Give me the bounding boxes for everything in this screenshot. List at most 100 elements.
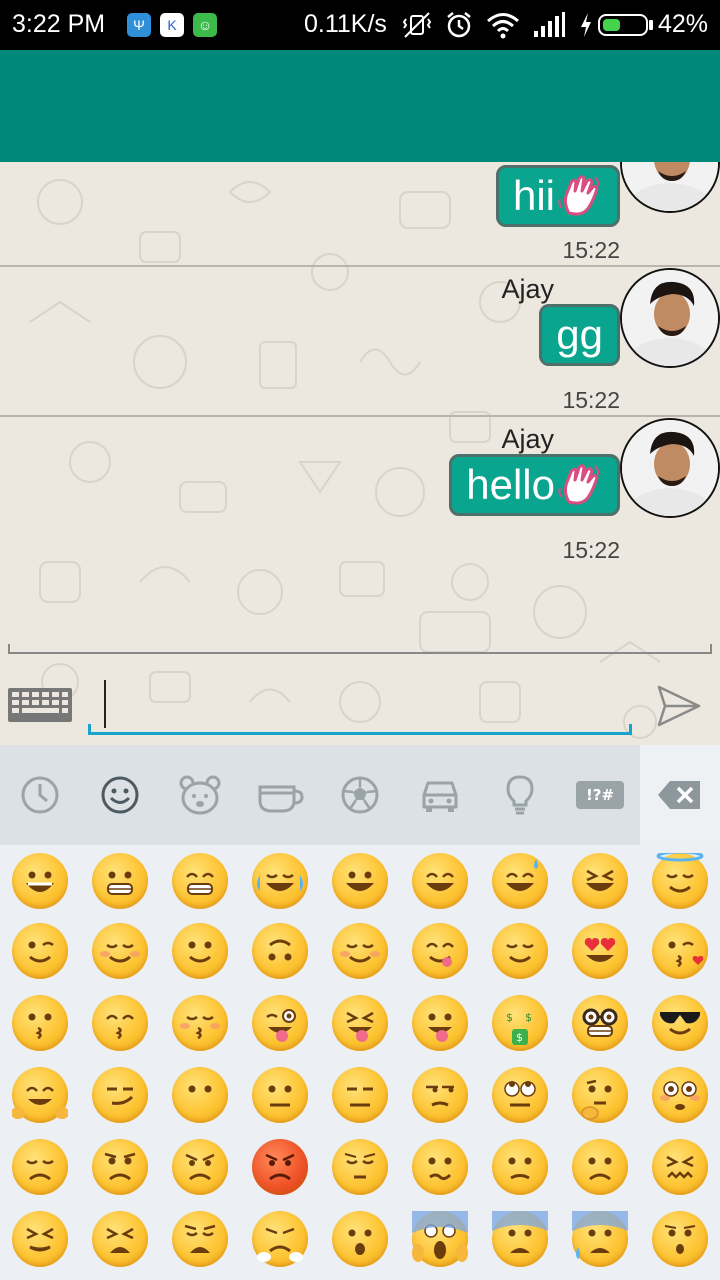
message-time: 15:22 xyxy=(562,537,620,563)
emoji-relieved[interactable] xyxy=(492,923,548,979)
emoji-angry[interactable] xyxy=(172,1139,228,1195)
emoji-rage[interactable] xyxy=(252,1139,308,1195)
emoji-money-mouth[interactable]: $ $ $ xyxy=(492,995,548,1051)
emoji-disappointed[interactable] xyxy=(12,1139,68,1195)
travel-icon[interactable] xyxy=(416,771,464,819)
emoji-wink[interactable] xyxy=(12,923,68,979)
emoji-blush[interactable] xyxy=(92,923,148,979)
sports-icon[interactable] xyxy=(336,771,384,819)
emoji-expressionless[interactable] xyxy=(332,1067,388,1123)
emoji-grinning[interactable] xyxy=(12,853,68,909)
emoji-neutral[interactable] xyxy=(252,1067,308,1123)
emoji-slight-smile[interactable] xyxy=(172,923,228,979)
emoji-stuck-out-tongue[interactable] xyxy=(412,995,468,1051)
emoji-heart-eyes[interactable] xyxy=(572,923,628,979)
sunglasses-icon xyxy=(660,1012,700,1035)
battery-tip xyxy=(649,20,653,30)
emoji-pensive[interactable] xyxy=(332,1139,388,1195)
emoji-persevere[interactable] xyxy=(12,1211,68,1267)
emoji-yum[interactable] xyxy=(412,923,468,979)
emoji-frowning[interactable] xyxy=(572,1139,628,1195)
emoji-smirk[interactable] xyxy=(92,1067,148,1123)
kissing-heart-icon xyxy=(668,941,704,968)
smiley-icon xyxy=(346,871,374,891)
thinking-icon xyxy=(581,1079,612,1120)
emoji-innocent[interactable] xyxy=(652,853,708,909)
message-input[interactable] xyxy=(88,676,636,734)
emoji-stuck-out-tongue-winking[interactable] xyxy=(252,995,308,1051)
emoji-scream[interactable] xyxy=(412,1211,468,1267)
charging-icon xyxy=(578,11,594,46)
avatar[interactable] xyxy=(620,418,720,518)
emoji-confounded[interactable] xyxy=(652,1139,708,1195)
emoji-grimacing[interactable] xyxy=(92,853,148,909)
emoji-kissing-closed-eyes[interactable] xyxy=(172,995,228,1051)
emoji-triumph[interactable] xyxy=(252,1211,308,1267)
emoji-sunglasses[interactable] xyxy=(652,995,708,1051)
fearful-icon xyxy=(492,1211,548,1253)
emoji-kissing-smiling-eyes[interactable] xyxy=(92,995,148,1051)
emoji-flushed[interactable] xyxy=(652,1067,708,1123)
message-bubble[interactable]: hello xyxy=(449,454,620,516)
relaxed-icon xyxy=(340,943,380,963)
message-text: gg xyxy=(556,311,603,358)
slight-smile-icon xyxy=(188,941,212,963)
emoji-worried[interactable] xyxy=(92,1139,148,1195)
disappointed-icon xyxy=(26,1159,54,1181)
grimacing-icon xyxy=(107,871,133,895)
animal-icon[interactable] xyxy=(176,771,224,819)
avatar[interactable] xyxy=(620,162,720,213)
sender-name: Ajay xyxy=(501,274,554,304)
kissing-icon xyxy=(28,1013,52,1040)
emoji-kissing[interactable] xyxy=(12,995,68,1051)
food-icon[interactable] xyxy=(256,771,304,819)
avatar[interactable] xyxy=(620,268,720,368)
message-bubble[interactable]: gg xyxy=(539,304,620,366)
triumph-icon xyxy=(257,1227,303,1262)
emoji-stuck-out-tongue-closed-eyes[interactable] xyxy=(332,995,388,1051)
chat-area[interactable]: hii 15:22 Ajay gg 15:22 Ajay hello 15:22 xyxy=(0,162,720,745)
frowning-icon xyxy=(588,1157,612,1181)
emoji-cold-sweat[interactable] xyxy=(572,1211,628,1267)
confused-icon xyxy=(428,1157,452,1181)
emoji-hugging[interactable] xyxy=(12,1067,68,1123)
emoji-tired[interactable] xyxy=(92,1211,148,1267)
emoji-sweat-smile[interactable] xyxy=(492,853,548,909)
symbols-tab-label: !?# xyxy=(576,781,624,809)
pensive-icon xyxy=(344,1153,376,1179)
smiley-icon[interactable] xyxy=(96,771,144,819)
emoji-grin[interactable] xyxy=(172,853,228,909)
emoji-smiley[interactable] xyxy=(332,853,388,909)
send-icon[interactable] xyxy=(656,684,702,728)
emoji-joy[interactable] xyxy=(252,853,308,909)
emoji-relaxed[interactable] xyxy=(332,923,388,979)
objects-icon[interactable] xyxy=(496,771,544,819)
emoji-laughing[interactable] xyxy=(572,853,628,909)
emoji-slight-frown[interactable] xyxy=(492,1139,548,1195)
recent-icon[interactable] xyxy=(16,771,64,819)
keyboard-icon[interactable] xyxy=(8,688,72,722)
emoji-smile[interactable] xyxy=(412,853,468,909)
emoji-weary[interactable] xyxy=(172,1211,228,1267)
svg-text:$: $ xyxy=(506,1011,513,1024)
emoji-unamused[interactable] xyxy=(412,1067,468,1123)
emoji-no-mouth[interactable] xyxy=(172,1067,228,1123)
emoji-confused[interactable] xyxy=(412,1139,468,1195)
message-row: Ajay gg 15:22 xyxy=(0,266,720,416)
message-row: hii 15:22 xyxy=(0,162,720,263)
message-bubble[interactable]: hii xyxy=(495,165,620,227)
grinning-icon xyxy=(26,871,54,892)
emoji-hushed[interactable] xyxy=(652,1211,708,1267)
emoji-nerd[interactable] xyxy=(572,995,628,1051)
emoji-kissing-heart[interactable] xyxy=(652,923,708,979)
emoji-rolling-eyes[interactable] xyxy=(492,1067,548,1123)
smirk-icon xyxy=(107,1087,134,1105)
emoji-fearful[interactable] xyxy=(492,1211,548,1267)
symbols-icon[interactable]: !?# xyxy=(576,771,624,819)
emoji-open-mouth[interactable] xyxy=(332,1211,388,1267)
backspace-button[interactable] xyxy=(640,745,720,845)
emoji-thinking[interactable] xyxy=(572,1067,628,1123)
emoji-upside-down[interactable] xyxy=(252,923,308,979)
neutral-icon xyxy=(268,1085,292,1107)
rage-icon xyxy=(265,1153,295,1181)
